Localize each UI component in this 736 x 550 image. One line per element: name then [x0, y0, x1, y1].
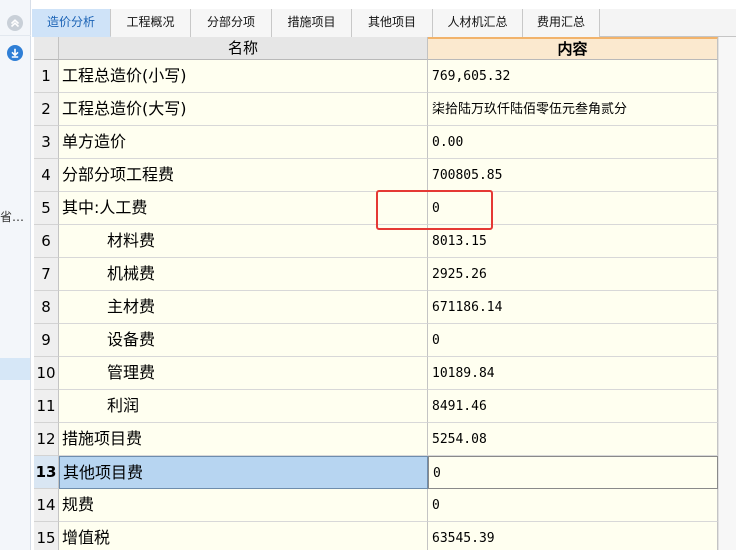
cell-content[interactable]: 柒拾陆万玖仟陆佰零伍元叁角贰分 [428, 93, 718, 126]
table-row[interactable]: 6 材料费 8013.15 [34, 225, 718, 258]
data-grid: 名称 内容 1 工程总造价(小写) 769,605.32 2 工程总造价(大写) 柒拾陆万… [34, 37, 718, 550]
row-number[interactable]: 12 [34, 423, 59, 456]
column-header-content[interactable]: 内容 [428, 37, 718, 60]
table-row[interactable]: 1 工程总造价(小写) 769,605.32 [34, 60, 718, 93]
table-row[interactable]: 15 增值税 63545.39 [34, 522, 718, 550]
cell-name[interactable]: 其中:人工费 [59, 192, 428, 225]
cell-name[interactable]: 工程总造价(小写) [59, 60, 428, 93]
table-row[interactable]: 3 单方造价 0.00 [34, 126, 718, 159]
cell-content[interactable]: 8491.46 [428, 390, 718, 423]
tab-labor-material-machine[interactable]: 人材机汇总 [433, 9, 523, 37]
row-number[interactable]: 10 [34, 357, 59, 390]
grid-corner-header [34, 37, 59, 60]
row-number[interactable]: 11 [34, 390, 59, 423]
table-row[interactable]: 7 机械费 2925.26 [34, 258, 718, 291]
cell-name[interactable]: 材料费 [59, 225, 428, 258]
cell-name[interactable]: 单方造价 [59, 126, 428, 159]
cell-name[interactable]: 措施项目费 [59, 423, 428, 456]
tab-fee-summary[interactable]: 费用汇总 [523, 9, 600, 37]
row-number[interactable]: 7 [34, 258, 59, 291]
table-row[interactable]: 2 工程总造价(大写) 柒拾陆万玖仟陆佰零伍元叁角贰分 [34, 93, 718, 126]
tab-sub-items[interactable]: 分部分项 [191, 9, 272, 37]
table-row[interactable]: 14 规费 0 [34, 489, 718, 522]
row-number[interactable]: 2 [34, 93, 59, 126]
tab-cost-analysis[interactable]: 造价分析 [32, 9, 111, 37]
tab-project-overview[interactable]: 工程概况 [111, 9, 191, 37]
table-row[interactable]: 12 措施项目费 5254.08 [34, 423, 718, 456]
sidebar-truncated-label[interactable]: 省… [0, 208, 24, 225]
row-number[interactable]: 15 [34, 522, 59, 550]
cell-name[interactable]: 分部分项工程费 [59, 159, 428, 192]
cell-content[interactable]: 0 [428, 192, 718, 225]
cell-content[interactable]: 0.00 [428, 126, 718, 159]
left-sidebar: 省… [0, 0, 31, 550]
cell-content[interactable]: 8013.15 [428, 225, 718, 258]
cell-content[interactable]: 2925.26 [428, 258, 718, 291]
sidebar-selected-item[interactable] [0, 358, 30, 380]
table-row[interactable]: 11 利润 8491.46 [34, 390, 718, 423]
row-number[interactable]: 5 [34, 192, 59, 225]
table-row[interactable]: 9 设备费 0 [34, 324, 718, 357]
cell-content[interactable]: 0 [428, 456, 718, 489]
cell-name[interactable]: 管理费 [59, 357, 428, 390]
tab-bar: 造价分析 工程概况 分部分项 措施项目 其他项目 人材机汇总 费用汇总 [32, 9, 736, 37]
cell-name[interactable]: 机械费 [59, 258, 428, 291]
cell-content[interactable]: 10189.84 [428, 357, 718, 390]
table-row[interactable]: 5 其中:人工费 0 [34, 192, 718, 225]
cell-content[interactable]: 0 [428, 489, 718, 522]
row-number[interactable]: 3 [34, 126, 59, 159]
cell-content[interactable]: 0 [428, 324, 718, 357]
cell-content[interactable]: 671186.14 [428, 291, 718, 324]
tab-measures[interactable]: 措施项目 [272, 9, 352, 37]
row-number[interactable]: 8 [34, 291, 59, 324]
row-number[interactable]: 13 [34, 456, 59, 489]
tab-other-items[interactable]: 其他项目 [352, 9, 433, 37]
row-number[interactable]: 4 [34, 159, 59, 192]
cell-content[interactable]: 700805.85 [428, 159, 718, 192]
cell-content[interactable]: 63545.39 [428, 522, 718, 550]
cell-name[interactable]: 设备费 [59, 324, 428, 357]
vertical-scrollbar[interactable] [718, 37, 736, 550]
cell-name[interactable]: 工程总造价(大写) [59, 93, 428, 126]
table-row[interactable]: 8 主材费 671186.14 [34, 291, 718, 324]
row-number[interactable]: 9 [34, 324, 59, 357]
column-header-name[interactable]: 名称 [59, 37, 428, 60]
cell-content[interactable]: 5254.08 [428, 423, 718, 456]
table-row[interactable]: 13 其他项目费 0 [34, 456, 718, 489]
table-row[interactable]: 4 分部分项工程费 700805.85 [34, 159, 718, 192]
collapse-up-icon[interactable] [7, 15, 23, 31]
cell-name[interactable]: 其他项目费 [59, 456, 428, 489]
cell-name[interactable]: 增值税 [59, 522, 428, 550]
sidebar-divider [0, 35, 31, 36]
cell-name[interactable]: 利润 [59, 390, 428, 423]
row-number[interactable]: 14 [34, 489, 59, 522]
row-number[interactable]: 1 [34, 60, 59, 93]
cell-name[interactable]: 规费 [59, 489, 428, 522]
row-number[interactable]: 6 [34, 225, 59, 258]
cell-name[interactable]: 主材费 [59, 291, 428, 324]
download-icon[interactable] [7, 45, 23, 61]
table-row[interactable]: 10 管理费 10189.84 [34, 357, 718, 390]
cell-content[interactable]: 769,605.32 [428, 60, 718, 93]
